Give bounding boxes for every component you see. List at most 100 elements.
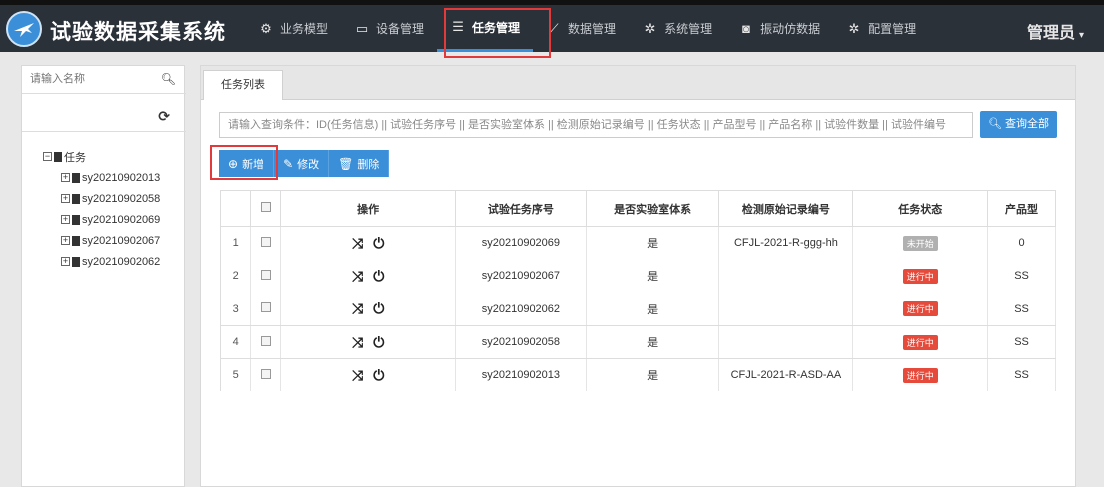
row-select-cell [250,358,282,391]
row-checkbox[interactable] [260,269,271,280]
cell-status: 进行中 [852,358,989,391]
cell-status: 未开始 [852,226,989,260]
col-header-product[interactable]: 产品型 [987,190,1056,227]
airplane-icon [14,23,34,37]
col-header-record[interactable]: 检测原始记录编号 [718,190,854,227]
power-icon[interactable]: ⏻ [373,268,384,285]
row-select-cell [250,226,282,260]
col-header-operation[interactable]: 操作 [280,190,456,227]
file-icon [72,172,80,183]
tree-root[interactable]: − 任务 [43,146,160,167]
edit-icon: ✎ [283,156,294,171]
nav-item-label: 配置管理 [868,22,917,36]
power-icon[interactable]: ⏻ [373,235,384,252]
cell-product: SS [987,325,1056,359]
cell-task-no: sy20210902058 [455,325,587,359]
power-icon[interactable]: ⏻ [373,367,384,384]
row-checkbox[interactable] [260,335,271,346]
nav-item-4[interactable]: ✲ 系统管理 [629,5,725,52]
row-number: 3 [221,292,252,326]
edit-button[interactable]: ✎ 修改 [274,150,330,177]
tree-node[interactable]: + sy20210902062 [43,251,160,272]
expand-icon[interactable]: + [61,257,70,266]
row-checkbox[interactable] [260,236,271,247]
row-checkbox[interactable] [260,368,271,379]
collapse-icon[interactable]: − [43,152,52,161]
caret-down-icon: ▾ [1078,30,1084,41]
nav-item-1[interactable]: ▭ 设备管理 [341,5,437,52]
expand-icon[interactable]: + [61,215,70,224]
cell-lab: 是 [586,226,720,260]
task-table-wrapper: 操作 试验任务序号 是否实验室体系 检测原始记录编号 任务状态 产品型 1 ⤨ ⏻ s… [220,190,1056,391]
active-nav-highlight [444,8,551,58]
expand-icon[interactable]: + [61,173,70,182]
status-badge: 进行中 [902,268,938,284]
delete-button-label: 删除 [357,158,380,171]
status-badge: 进行中 [902,367,938,383]
power-icon[interactable]: ⏻ [373,300,384,317]
shuffle-icon[interactable]: ⤨ [352,300,363,317]
query-input[interactable]: 请输入查询条件：ID(任务信息) || 试验任务序号 || 是否实验室体系 ||… [219,112,973,138]
shuffle-icon[interactable]: ⤨ [352,334,363,351]
query-all-button[interactable]: 🔍︎ 查询全部 [980,111,1057,138]
expand-icon[interactable]: + [61,194,70,203]
cell-task-no: sy20210902067 [455,259,587,293]
expand-icon[interactable]: + [61,236,70,245]
tree-node[interactable]: + sy20210902058 [43,188,160,209]
camera-icon: ◙ [742,20,750,36]
user-name: 管理员 [1026,25,1075,42]
app-title: 试验数据采集系统 [50,20,226,44]
tree-node[interactable]: + sy20210902013 [43,167,160,188]
nav-item-6[interactable]: ✲ 配置管理 [833,5,929,52]
col-header-rownum [221,190,252,227]
status-badge: 进行中 [902,334,938,350]
user-menu[interactable]: 管理员 ▾ [1027,19,1084,43]
left-panel: 🔍︎ ⟳ − 任务 + sy20210902013 + sy20210902058 + s… [21,65,186,487]
shuffle-icon[interactable]: ⤨ [352,235,363,252]
delete-button[interactable]: 🗑︎ 删除 [329,150,390,177]
trash-icon: 🗑︎ [338,156,354,171]
cell-record [718,325,854,359]
nav-item-0[interactable]: ⚙ 业务模型 [245,5,341,52]
table-row[interactable]: 2 ⤨ ⏻ sy20210902067 是进行中 SS [221,259,1056,293]
tab-task-list[interactable]: 任务列表 [203,70,283,100]
app-logo[interactable] [6,11,42,47]
col-header-status[interactable]: 任务状态 [852,190,989,227]
shuffle-icon[interactable]: ⤨ [352,367,363,384]
cell-product: SS [987,358,1056,391]
nav-item-5[interactable]: ◙ 振动仿数据 [725,5,833,52]
nav-item-label: 数据管理 [568,22,617,36]
search-icon[interactable]: 🔍︎ [161,72,176,86]
cell-product: 0 [987,226,1056,260]
col-header-task-no[interactable]: 试验任务序号 [455,190,587,227]
row-checkbox[interactable] [260,302,271,313]
table-row[interactable]: 5 ⤨ ⏻ sy20210902013 是 CFJL-2021-R-ASD-AA 进行中 SS [221,358,1056,391]
table-row[interactable]: 4 ⤨ ⏻ sy20210902058 是进行中 SS [221,325,1056,359]
row-operations: ⤨ ⏻ [280,325,456,359]
col-header-lab[interactable]: 是否实验室体系 [586,190,720,227]
tree-root-label: 任务 [64,151,86,164]
status-badge: 未开始 [902,235,938,251]
gear-icon: ✲ [644,20,656,36]
table-row[interactable]: 3 ⤨ ⏻ sy20210902062 是进行中 SS [221,292,1056,326]
tree-node[interactable]: + sy20210902069 [43,209,160,230]
tree-search-input[interactable] [22,66,152,92]
select-all-checkbox[interactable] [260,202,271,212]
table-row[interactable]: 1 ⤨ ⏻ sy20210902069 是 CFJL-2021-R-ggg-hh 未开始 0 [221,226,1056,260]
tree-node[interactable]: + sy20210902067 [43,230,160,251]
power-icon[interactable]: ⏻ [373,334,384,351]
shuffle-icon[interactable]: ⤨ [352,268,363,285]
row-select-cell [250,292,282,326]
task-tree: − 任务 + sy20210902013 + sy20210902058 + sy2021… [43,146,160,272]
row-number: 2 [221,259,252,293]
refresh-icon[interactable]: ⟳ [158,108,170,125]
cell-record [718,259,854,293]
gears-icon: ✲ [848,20,860,36]
edit-button-label: 修改 [297,158,320,171]
row-operations: ⤨ ⏻ [280,226,456,260]
tree-node-label: sy20210902067 [82,234,161,247]
cell-status: 进行中 [852,259,989,293]
row-number: 5 [221,358,252,391]
tree-node-label: sy20210902069 [82,213,161,226]
main-panel: 任务列表 请输入查询条件：ID(任务信息) || 试验任务序号 || 是否实验室… [200,65,1076,487]
